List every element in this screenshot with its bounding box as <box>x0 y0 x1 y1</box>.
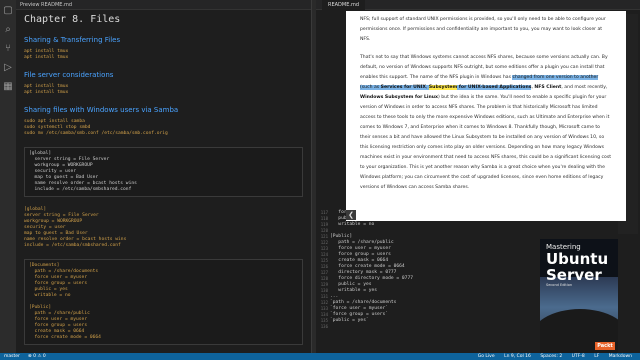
status-item[interactable]: Go Live <box>478 354 495 359</box>
activity-bar: ▢ ⌕ ⑂ ▷ ▦ <box>0 0 16 353</box>
code-block: apt install tmux apt install tmux <box>24 49 69 60</box>
files-icon[interactable]: ▢ <box>0 3 16 19</box>
section-heading: Sharing & Transferring Files <box>24 36 121 44</box>
status-item[interactable]: Spaces: 2 <box>540 354 562 359</box>
paragraph: NFS; full support of standard UNIX permi… <box>360 17 606 42</box>
book-title-line2: Ubuntu Server <box>546 250 609 284</box>
section-heading: Sharing files with Windows users via Sam… <box>24 106 179 114</box>
line-numbers: 117 118 119 120 121 122 123 124 125 126 … <box>320 210 328 329</box>
section-heading: File server considerations <box>24 71 114 79</box>
paragraph: That's not to say that Windows systems c… <box>360 55 612 190</box>
markdown-preview-pane: Preview README.md Chapter 8. Files Shari… <box>16 0 312 353</box>
vscode-window: ▢ ⌕ ⑂ ▷ ▦ Preview README.md Chapter 8. F… <box>0 0 640 360</box>
config-code: [global] server string = File Server wor… <box>29 151 137 192</box>
ebook-page: NFS; full support of standard UNIX permi… <box>346 11 626 221</box>
code-block: sudo apt install samba sudo systemctl st… <box>24 119 168 136</box>
book-cover: Mastering Ubuntu Server Second Edition Pa… <box>540 239 618 353</box>
highlighted-text: Subsystem <box>428 85 458 90</box>
branch-label[interactable]: master <box>4 354 20 359</box>
debug-icon[interactable]: ▷ <box>0 60 16 76</box>
search-icon[interactable]: ⌕ <box>0 22 16 38</box>
publisher-logo: Packt <box>595 342 615 350</box>
book-edition: Second Edition <box>546 283 573 287</box>
status-item[interactable]: UTF-8 <box>572 354 585 359</box>
tab-readme[interactable]: README.md <box>322 0 366 10</box>
code-block: apt install tmux apt install tmux <box>24 84 69 95</box>
extensions-icon[interactable]: ▦ <box>0 79 16 95</box>
shares-code-box: [Documents] path = /share/documents forc… <box>24 259 303 345</box>
editor-tabs: README.md <box>316 0 640 10</box>
preview-tab[interactable]: Preview README.md <box>16 0 311 10</box>
status-item[interactable]: Markdown <box>609 354 632 359</box>
config-code-box: [global] server string = File Server wor… <box>24 147 303 197</box>
status-item[interactable]: Ln 9, Col 16 <box>504 354 531 359</box>
source-control-icon[interactable]: ⑂ <box>0 41 16 57</box>
problems-count[interactable]: ⊗ 0 ⚠ 0 <box>28 354 46 359</box>
config-code-plain: [global] server string = File Server wor… <box>24 207 127 248</box>
status-bar: master ⊗ 0 ⚠ 0 Go Live Ln 9, Col 16 Space… <box>0 353 640 360</box>
chapter-title: Chapter 8. Files <box>24 14 121 25</box>
status-item[interactable]: LF <box>594 354 599 359</box>
shares-code: [Documents] path = /share/documents forc… <box>29 263 101 340</box>
sidebar-toggle-icon[interactable]: ❮ <box>346 210 356 220</box>
source-code[interactable]: force group = users public = yes writabl… <box>330 210 550 324</box>
preview-content: Chapter 8. Files Sharing & Transferring … <box>16 10 311 345</box>
